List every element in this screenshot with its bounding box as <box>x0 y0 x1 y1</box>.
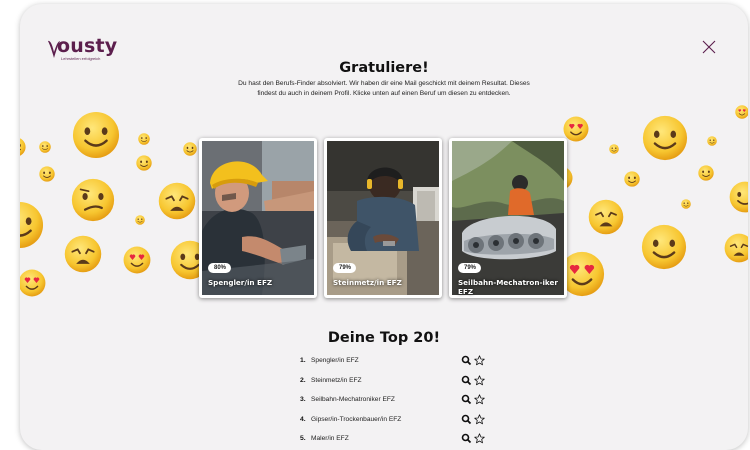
smile-emoji-icon <box>138 133 150 145</box>
match-percent-badge: 79% <box>458 263 482 273</box>
list-item[interactable]: 1. Spengler/in EFZ <box>300 355 500 375</box>
list-job-name[interactable]: Seilbahn-Mechatroniker EFZ <box>311 396 395 403</box>
smile-emoji-icon <box>609 144 619 154</box>
result-modal: ousty Lehrstellen erfolgreich Gratuliere… <box>20 4 748 450</box>
smile-emoji-icon <box>20 201 44 249</box>
smile-emoji-icon <box>642 115 688 161</box>
top-list-title: Deine Top 20! <box>327 330 441 346</box>
hearts-emoji-icon <box>735 105 748 119</box>
list-rank: 2. <box>300 376 306 384</box>
smile-emoji-icon <box>698 165 714 181</box>
intro-line-1: Du hast den Berufs-Finder absolviert. Wi… <box>238 80 530 87</box>
weary-emoji-icon <box>724 233 748 263</box>
smile-emoji-icon <box>136 155 152 171</box>
hearts-emoji-icon <box>20 269 46 297</box>
search-icon[interactable] <box>461 414 472 425</box>
close-icon[interactable] <box>700 38 718 56</box>
page-title: Gratuliere! <box>339 60 429 76</box>
smile-emoji-icon <box>39 141 51 153</box>
weary-emoji-icon <box>64 235 102 273</box>
list-rank: 4. <box>300 415 306 423</box>
logo-text: ousty <box>57 35 118 57</box>
list-item[interactable]: 2. Steinmetz/in EFZ <box>300 374 500 395</box>
smile-emoji-icon <box>681 199 691 209</box>
list-job-name[interactable]: Steinmetz/in EFZ <box>311 377 362 384</box>
job-card-title: Seilbahn-Mechatron-iker EFZ <box>458 278 558 296</box>
list-item[interactable]: 4. Gipser/in-Trockenbauer/in EFZ <box>300 413 500 434</box>
job-card-spengler[interactable]: 80% Spengler/in EFZ <box>199 138 317 298</box>
job-card-title: Spengler/in EFZ <box>208 278 273 287</box>
job-card-seilbahn[interactable]: 79% Seilbahn-Mechatron-iker EFZ <box>449 138 567 298</box>
list-rank: 1. <box>300 357 306 364</box>
search-icon[interactable] <box>461 433 472 444</box>
list-item[interactable]: 5. Maler/in EFZ <box>300 433 500 450</box>
job-card-steinmetz[interactable]: 79% Steinmetz/in EFZ <box>324 138 442 298</box>
list-job-name[interactable]: Gipser/in-Trockenbauer/in EFZ <box>311 416 401 423</box>
hearts-emoji-icon <box>563 116 589 142</box>
smile-emoji-icon <box>641 224 687 270</box>
smile-emoji-icon <box>183 142 197 156</box>
list-rank: 3. <box>300 396 306 403</box>
smile-emoji-icon <box>20 138 26 156</box>
match-percent-badge: 80% <box>208 263 232 273</box>
smile-emoji-icon <box>135 215 145 225</box>
confused-emoji-icon <box>71 178 115 222</box>
list-item[interactable]: 3. Seilbahn-Mechatroniker EFZ <box>300 394 500 414</box>
job-card-title: Steinmetz/in EFZ <box>333 278 402 287</box>
smile-emoji-icon <box>39 166 55 182</box>
star-outline-icon[interactable] <box>474 394 485 405</box>
intro-line-2: findest du auch in deinem Profil. Klicke… <box>257 89 511 97</box>
list-job-name[interactable]: Maler/in EFZ <box>311 435 349 442</box>
star-outline-icon[interactable] <box>474 355 485 366</box>
weary-emoji-icon <box>588 199 624 235</box>
search-icon[interactable] <box>461 394 472 405</box>
top-list: 1. Spengler/in EFZ 2. Steinmetz/in EFZ 3… <box>300 355 500 450</box>
star-outline-icon[interactable] <box>474 374 485 386</box>
smile-emoji-icon <box>72 111 120 159</box>
smile-emoji-icon <box>729 181 748 213</box>
star-outline-icon[interactable] <box>474 433 485 444</box>
star-outline-icon[interactable] <box>474 413 485 425</box>
match-percent-badge: 79% <box>333 263 357 273</box>
intro-text: Du hast den Berufs-Finder absolviert. Wi… <box>194 79 574 98</box>
search-icon[interactable] <box>461 375 472 386</box>
smile-emoji-icon <box>707 136 717 146</box>
hearts-emoji-icon <box>123 246 151 274</box>
weary-emoji-icon <box>158 182 196 220</box>
list-rank: 5. <box>300 435 306 442</box>
smile-emoji-icon <box>624 171 640 187</box>
list-job-name[interactable]: Spengler/in EFZ <box>311 357 359 364</box>
search-icon[interactable] <box>461 355 472 366</box>
